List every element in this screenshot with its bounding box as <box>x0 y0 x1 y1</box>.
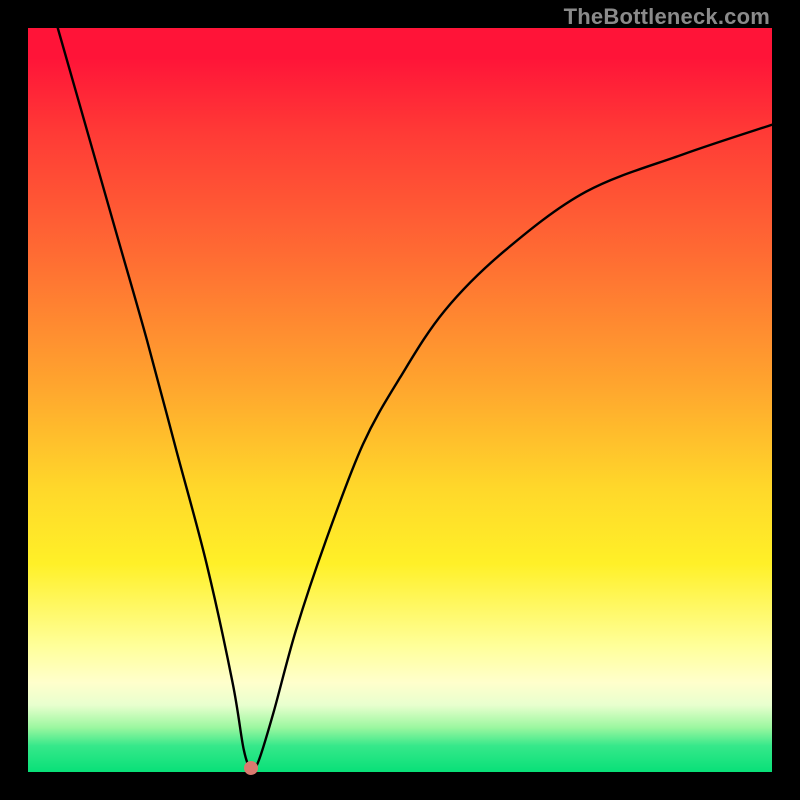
watermark-text: TheBottleneck.com <box>564 4 770 30</box>
plot-area <box>28 28 772 772</box>
chart-frame: TheBottleneck.com <box>0 0 800 800</box>
min-point-dot <box>244 761 258 775</box>
bottleneck-curve <box>28 28 772 772</box>
